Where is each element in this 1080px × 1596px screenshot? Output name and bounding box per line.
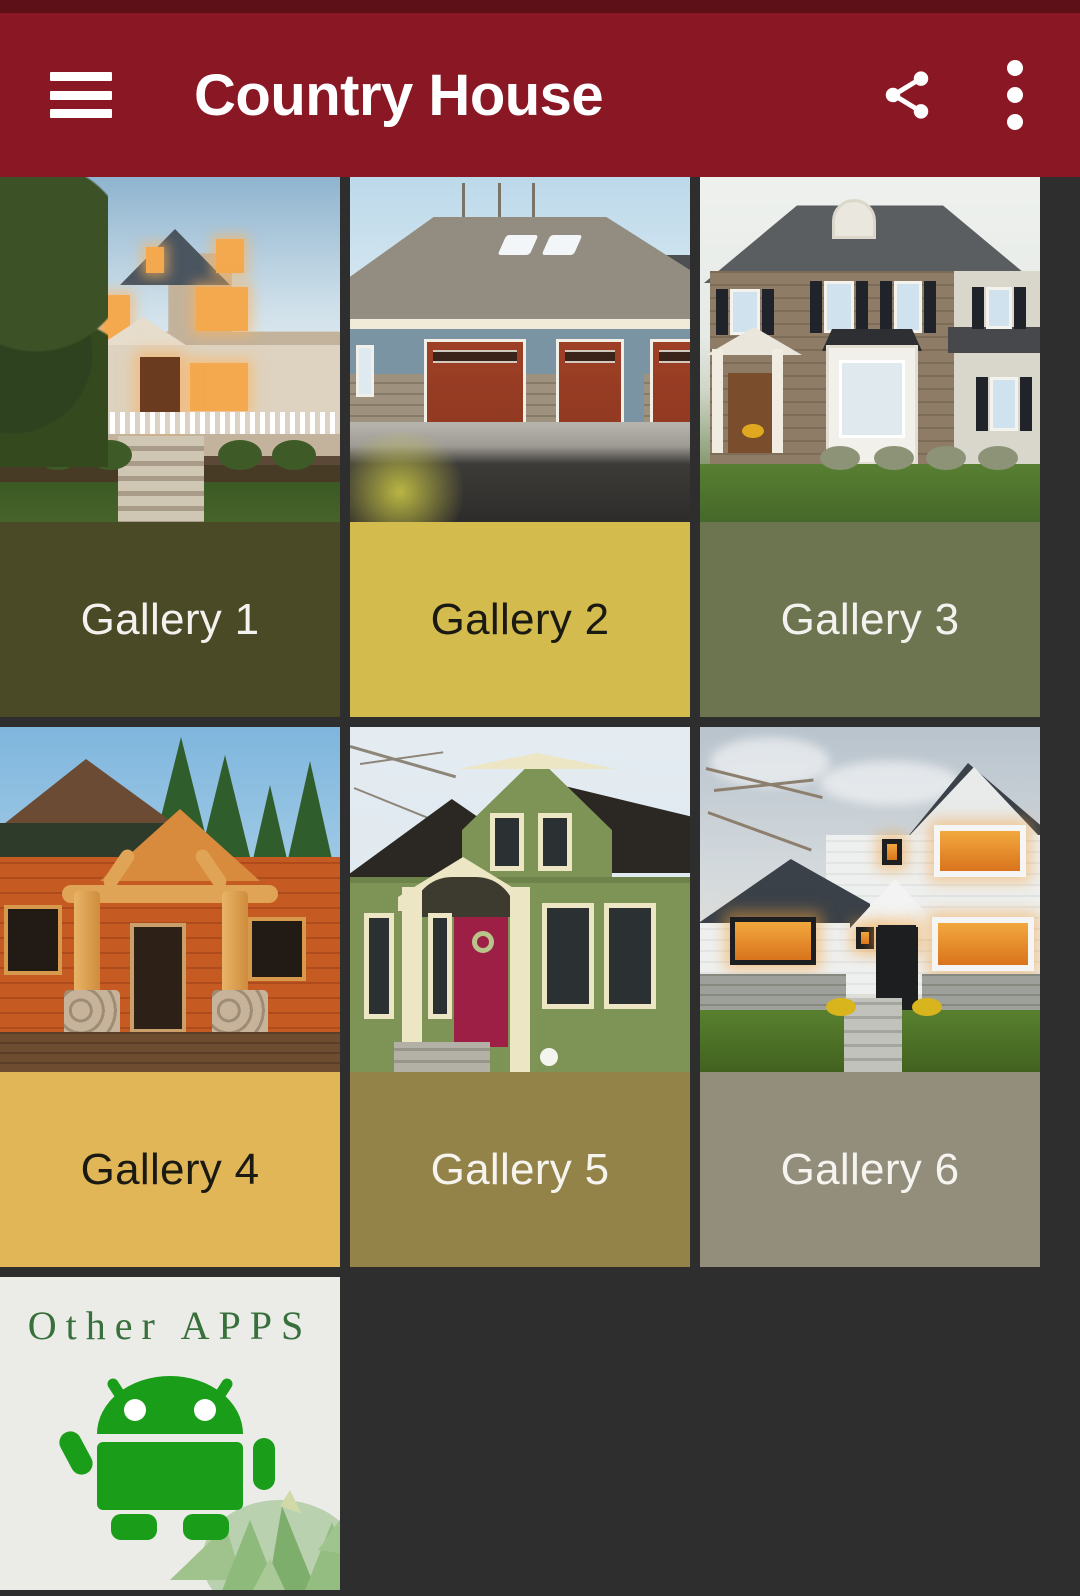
gallery-thumbnail-3 [700, 177, 1040, 522]
gallery-tile-4[interactable]: Gallery 4 [0, 727, 340, 1267]
hamburger-bar [50, 90, 112, 100]
status-bar [0, 0, 1080, 13]
kebab-dot [1007, 87, 1023, 103]
gallery-tile-2[interactable]: Gallery 2 [350, 177, 690, 717]
kebab-dot [1007, 60, 1023, 76]
app-bar-actions [876, 60, 1046, 130]
app-bar: Country House [0, 13, 1080, 177]
kebab-dot [1007, 114, 1023, 130]
gallery-caption-1: Gallery 1 [0, 522, 340, 717]
gallery-caption-4: Gallery 4 [0, 1072, 340, 1267]
gallery-thumbnail-2 [350, 177, 690, 522]
gallery-caption-5: Gallery 5 [350, 1072, 690, 1267]
gallery-caption-6: Gallery 6 [700, 1072, 1040, 1267]
gallery-thumbnail-4 [0, 727, 340, 1072]
page-title: Country House [194, 62, 604, 128]
gallery-thumbnail-6 [700, 727, 1040, 1072]
gallery-tile-6[interactable]: Gallery 6 [700, 727, 1040, 1267]
other-apps-label: Other APPS [27, 1303, 313, 1348]
hamburger-bar [50, 109, 112, 118]
more-vertical-icon [1007, 60, 1023, 130]
android-robot-icon [59, 1376, 275, 1540]
gallery-thumbnail-1 [0, 177, 340, 522]
gallery-grid: Gallery 1 Gallery 2 Gallery 3 Gallery 4 … [0, 177, 1080, 1590]
gallery-tile-1[interactable]: Gallery 1 [0, 177, 340, 717]
gallery-caption-2: Gallery 2 [350, 522, 690, 717]
hamburger-menu-icon[interactable] [50, 72, 112, 118]
share-icon [885, 71, 929, 119]
gallery-tile-3[interactable]: Gallery 3 [700, 177, 1040, 717]
other-apps-tile[interactable]: Other APPS [0, 1277, 340, 1590]
gallery-thumbnail-5 [350, 727, 690, 1072]
gallery-caption-3: Gallery 3 [700, 522, 1040, 717]
hamburger-bar [50, 72, 112, 81]
overflow-menu-button[interactable] [984, 60, 1046, 130]
share-button[interactable] [876, 64, 938, 126]
gallery-tile-5[interactable]: Gallery 5 [350, 727, 690, 1267]
